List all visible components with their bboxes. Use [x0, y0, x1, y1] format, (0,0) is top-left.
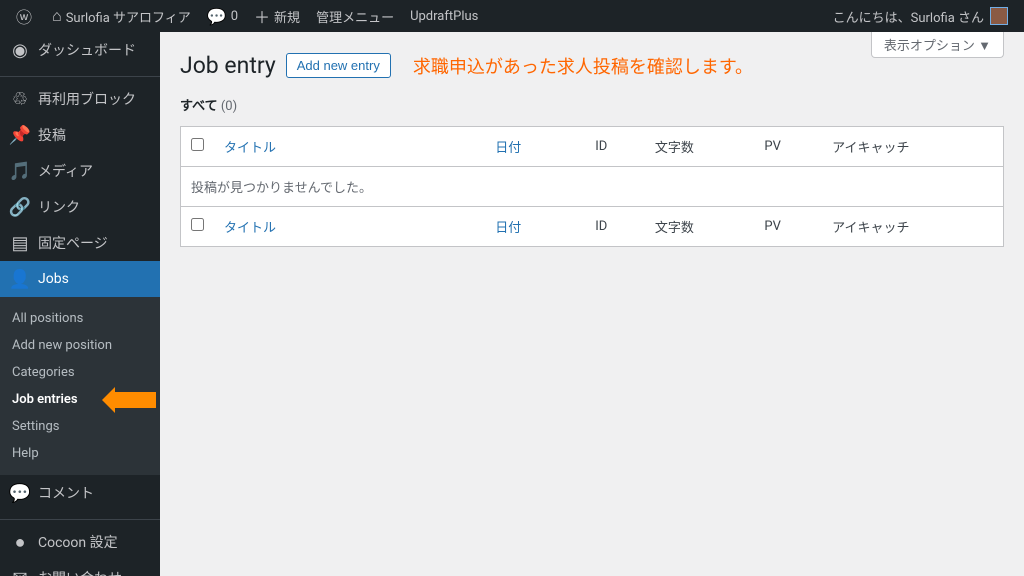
col-title-footer[interactable]: タイトル: [224, 221, 276, 236]
comment-icon: 💬: [10, 483, 30, 503]
col-date-footer[interactable]: 日付: [495, 221, 521, 236]
block-icon: ♲: [10, 89, 30, 109]
new-label: 新規: [274, 7, 300, 26]
page-annotation: 求職申込があった求人投稿を確認します。: [413, 53, 753, 79]
admin-sidebar: ◉ダッシュボード ♲再利用ブロック 📌投稿 🎵メディア 🔗リンク ▤固定ページ …: [0, 32, 160, 576]
select-all-header: [181, 127, 214, 167]
comments-link[interactable]: 💬0: [199, 0, 246, 32]
col-chars-footer: 文字数: [645, 206, 755, 246]
menu-cocoon-label: Cocoon 設定: [38, 532, 118, 552]
col-eyecatch: アイキャッチ: [822, 127, 1003, 167]
jobs-icon: 👤: [10, 269, 30, 289]
menu-dashboard[interactable]: ◉ ダッシュボード: [0, 32, 160, 68]
cocoon-icon: ●: [10, 532, 30, 552]
col-pv-footer: PV: [754, 206, 822, 246]
site-name-label: Surlofia サアロフィア: [66, 7, 191, 26]
submenu-job-entries-label: Job entries: [12, 392, 78, 407]
col-pv: PV: [754, 127, 822, 167]
filter-links: すべて (0): [180, 95, 1004, 114]
menu-jobs[interactable]: 👤 Jobs: [0, 261, 160, 297]
menu-posts[interactable]: 📌 投稿: [0, 117, 160, 153]
menu-contact-label: お問い合わせ: [38, 568, 122, 576]
admin-menu-link[interactable]: 管理メニュー: [308, 0, 402, 32]
link-icon: 🔗: [10, 197, 30, 217]
menu-contact[interactable]: ✉ お問い合わせ: [0, 560, 160, 576]
new-content[interactable]: ＋新規: [246, 0, 308, 32]
menu-separator: [0, 72, 160, 77]
select-all-footer: [181, 206, 214, 246]
menu-links[interactable]: 🔗 リンク: [0, 189, 160, 225]
col-id-footer: ID: [585, 206, 645, 246]
col-date[interactable]: 日付: [495, 141, 521, 156]
greeting[interactable]: こんにちは、Surlofia さん: [825, 0, 1016, 32]
menu-dashboard-label: ダッシュボード: [38, 40, 136, 60]
menu-media-label: メディア: [38, 161, 93, 181]
menu-media[interactable]: 🎵 メディア: [0, 153, 160, 189]
menu-comments-label: コメント: [38, 483, 94, 503]
main-content: 表示オプション ▼ Job entry Add new entry 求職申込があ…: [160, 32, 1024, 576]
select-all-checkbox[interactable]: [191, 138, 204, 151]
submenu-settings[interactable]: Settings: [0, 413, 160, 440]
menu-jobs-label: Jobs: [38, 271, 69, 287]
menu-links-label: リンク: [38, 197, 80, 217]
menu-reusable[interactable]: ♲ 再利用ブロック: [0, 81, 160, 117]
menu-pages[interactable]: ▤ 固定ページ: [0, 225, 160, 261]
entries-table: タイトル 日付 ID 文字数 PV アイキャッチ 投稿が見つかりませんでした。 …: [180, 126, 1004, 247]
select-all-checkbox-bottom[interactable]: [191, 218, 204, 231]
menu-cocoon[interactable]: ● Cocoon 設定: [0, 524, 160, 560]
wp-logo[interactable]: ⓦ: [8, 0, 44, 32]
page-title: Job entry: [180, 52, 276, 79]
no-items-message: 投稿が見つかりませんでした。: [181, 167, 1003, 206]
menu-separator: [0, 515, 160, 520]
submenu-categories[interactable]: Categories: [0, 359, 160, 386]
dashboard-icon: ◉: [10, 40, 30, 60]
filter-all[interactable]: すべて: [180, 99, 218, 114]
avatar: [990, 7, 1008, 25]
menu-posts-label: 投稿: [38, 125, 66, 145]
submenu-all-positions[interactable]: All positions: [0, 305, 160, 332]
updraft-link[interactable]: UpdraftPlus: [402, 0, 486, 32]
add-new-entry-button[interactable]: Add new entry: [286, 53, 391, 78]
col-title[interactable]: タイトル: [224, 141, 276, 156]
col-chars: 文字数: [645, 127, 755, 167]
menu-reusable-label: 再利用ブロック: [38, 89, 136, 109]
arrow-annotation: [112, 392, 156, 408]
pin-icon: 📌: [10, 125, 30, 145]
submenu-job-entries[interactable]: Job entries: [0, 386, 160, 413]
page-icon: ▤: [10, 233, 30, 253]
media-icon: 🎵: [10, 161, 30, 181]
comments-count: 0: [231, 9, 238, 24]
mail-icon: ✉: [10, 568, 30, 576]
menu-pages-label: 固定ページ: [38, 233, 108, 253]
site-name[interactable]: ⌂Surlofia サアロフィア: [44, 0, 199, 32]
greeting-text: こんにちは、Surlofia さん: [833, 7, 984, 26]
col-id: ID: [585, 127, 645, 167]
screen-options-toggle[interactable]: 表示オプション ▼: [871, 32, 1004, 58]
submenu-help[interactable]: Help: [0, 440, 160, 467]
menu-comments[interactable]: 💬 コメント: [0, 475, 160, 511]
submenu-add-position[interactable]: Add new position: [0, 332, 160, 359]
admin-bar: ⓦ ⌂Surlofia サアロフィア 💬0 ＋新規 管理メニュー Updraft…: [0, 0, 1024, 32]
filter-all-count: (0): [221, 99, 237, 114]
submenu-jobs: All positions Add new position Categorie…: [0, 297, 160, 475]
col-eyecatch-footer: アイキャッチ: [822, 206, 1003, 246]
